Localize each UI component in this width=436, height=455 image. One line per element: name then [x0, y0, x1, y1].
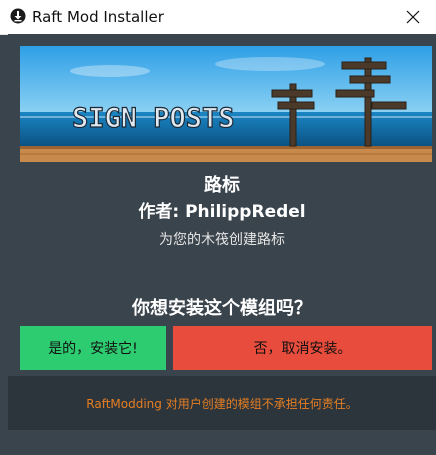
installer-window: Raft Mod Installer SIGN POSTS 路标 作者: Phi… — [0, 0, 436, 455]
mod-banner-image: SIGN POSTS — [20, 46, 432, 162]
mod-name: 路标 — [204, 175, 240, 196]
close-button[interactable] — [390, 0, 436, 34]
download-circle-icon — [10, 8, 26, 24]
content-area: SIGN POSTS 路标 作者: PhilippRedel 为您的木筏创建路标… — [8, 34, 436, 455]
close-icon — [406, 10, 420, 24]
window-title: Raft Mod Installer — [32, 8, 164, 26]
install-button[interactable]: 是的，安装它! — [20, 326, 166, 370]
banner-text: SIGN POSTS — [72, 103, 235, 134]
mod-description: 为您的木筏创建路标 — [159, 232, 285, 248]
cancel-button[interactable]: 否，取消安装。 — [173, 326, 432, 370]
install-question: 你想安装这个模组吗？ — [132, 298, 312, 319]
mod-author: 作者: PhilippRedel — [138, 202, 306, 222]
disclaimer-text: RaftModding 对用户创建的模组不承担任何责任。 — [86, 396, 358, 411]
title-bar[interactable]: Raft Mod Installer — [0, 0, 436, 35]
footer-bar: RaftModding 对用户创建的模组不承担任何责任。 — [8, 376, 436, 430]
